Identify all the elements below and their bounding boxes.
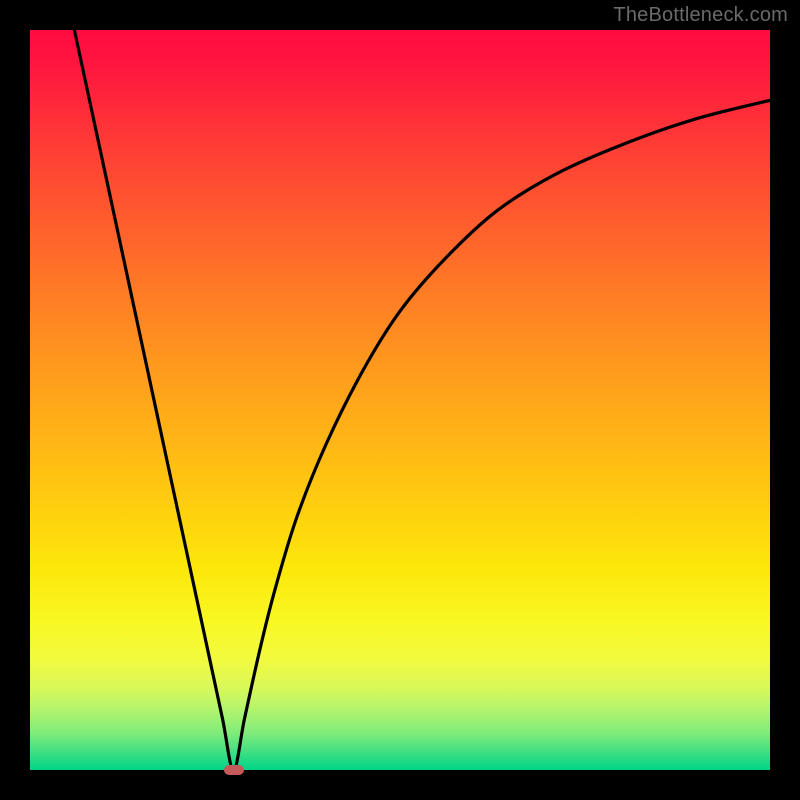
bottleneck-curve — [30, 30, 770, 770]
watermark-text: TheBottleneck.com — [613, 4, 788, 27]
minimum-marker — [224, 765, 244, 775]
plot-area — [30, 30, 770, 770]
chart-frame: TheBottleneck.com — [0, 0, 800, 800]
